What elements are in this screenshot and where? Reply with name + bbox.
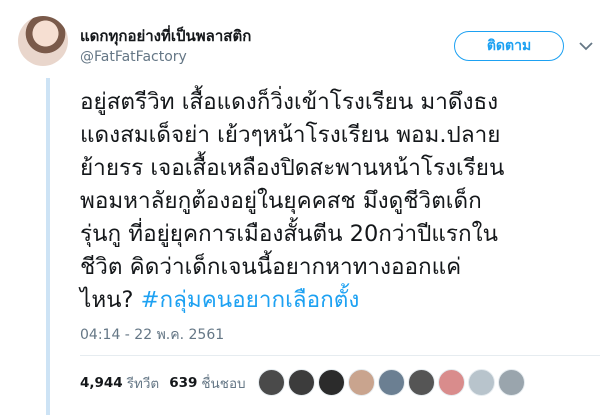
author-handle[interactable]: @FatFatFactory bbox=[80, 49, 187, 65]
liker-avatars bbox=[258, 369, 528, 396]
liker-avatar[interactable] bbox=[288, 369, 315, 396]
author-display-name[interactable]: แดกทุกอย่างที่เป็นพลาสติก bbox=[80, 24, 251, 48]
retweets-label[interactable]: รีทวีต bbox=[127, 372, 160, 394]
liker-avatar[interactable] bbox=[318, 369, 345, 396]
hashtag-link[interactable]: #กลุ่มคนอยากเลือกตั้ง bbox=[141, 287, 360, 313]
tweet-stats: 4,944 รีทวีต 639 ชื่นชอบ bbox=[80, 372, 246, 394]
more-options-chevron-icon[interactable] bbox=[578, 38, 594, 54]
thread-line bbox=[46, 78, 50, 415]
divider bbox=[80, 355, 600, 356]
liker-avatar[interactable] bbox=[348, 369, 375, 396]
likes-label[interactable]: ชื่นชอบ bbox=[201, 372, 245, 394]
likes-count[interactable]: 639 bbox=[169, 375, 197, 391]
liker-avatar[interactable] bbox=[378, 369, 405, 396]
tweet-body: อยู่สตรีวิท เสื้อแดงก็วิ่งเข้าโรงเรียน ม… bbox=[80, 89, 505, 313]
tweet-text: อยู่สตรีวิท เสื้อแดงก็วิ่งเข้าโรงเรียน ม… bbox=[80, 86, 600, 317]
liker-avatar[interactable] bbox=[258, 369, 285, 396]
liker-avatar[interactable] bbox=[498, 369, 525, 396]
follow-button[interactable]: ติดตาม bbox=[454, 31, 564, 61]
author-avatar[interactable] bbox=[18, 16, 68, 66]
retweets-count[interactable]: 4,944 bbox=[80, 375, 123, 391]
chevron-down-icon bbox=[579, 41, 593, 50]
tweet-timestamp[interactable]: 04:14 - 22 พ.ค. 2561 bbox=[80, 324, 224, 346]
liker-avatar[interactable] bbox=[408, 369, 435, 396]
liker-avatar[interactable] bbox=[438, 369, 465, 396]
liker-avatar[interactable] bbox=[468, 369, 495, 396]
